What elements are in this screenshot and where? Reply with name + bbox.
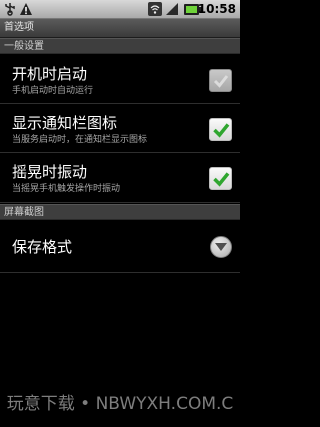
check-icon	[213, 172, 230, 187]
category-screenshot: 屏幕截图	[0, 204, 240, 220]
status-time: 10:58	[197, 2, 236, 16]
chevron-down-icon	[215, 243, 227, 251]
pref-summary: 当摇晃手机触发操作时振动	[12, 184, 121, 194]
category-general: 一般设置	[0, 38, 240, 54]
status-bar: 10:58	[0, 0, 240, 19]
pref-summary: 当服务启动时，在通知栏显示图标	[12, 135, 148, 145]
pref-vibrate-on-shake[interactable]: 摇晃时振动 当摇晃手机触发操作时振动	[0, 154, 240, 203]
show-notification-icon-checkbox[interactable]	[209, 118, 232, 141]
pref-title: 开机时启动	[12, 65, 88, 83]
category-label: 一般设置	[4, 41, 44, 52]
pref-save-format[interactable]: 保存格式	[0, 221, 240, 273]
signal-icon	[166, 3, 178, 15]
title-bar: 首选项	[0, 19, 240, 38]
pref-title: 摇晃时振动	[12, 163, 88, 181]
check-icon	[213, 75, 229, 88]
watermark: 玩意下载 • NBWYXH.COM.C	[6, 394, 234, 414]
pref-summary: 手机启动时自动运行	[12, 86, 94, 96]
start-on-boot-checkbox[interactable]	[209, 69, 232, 92]
warning-icon	[20, 3, 32, 15]
pref-show-notification-icon[interactable]: 显示通知栏图标 当服务启动时，在通知栏显示图标	[0, 105, 240, 153]
vibrate-on-shake-checkbox[interactable]	[209, 167, 232, 190]
usb-icon	[5, 3, 15, 16]
pref-title: 显示通知栏图标	[12, 114, 118, 132]
category-label: 屏幕截图	[4, 207, 44, 218]
pref-start-on-boot[interactable]: 开机时启动 手机启动时自动运行	[0, 55, 240, 104]
check-icon	[213, 123, 230, 138]
page-title: 首选项	[4, 22, 34, 33]
pref-title: 保存格式	[12, 238, 73, 256]
wifi-icon	[148, 2, 162, 16]
save-format-dropdown[interactable]	[210, 236, 232, 258]
